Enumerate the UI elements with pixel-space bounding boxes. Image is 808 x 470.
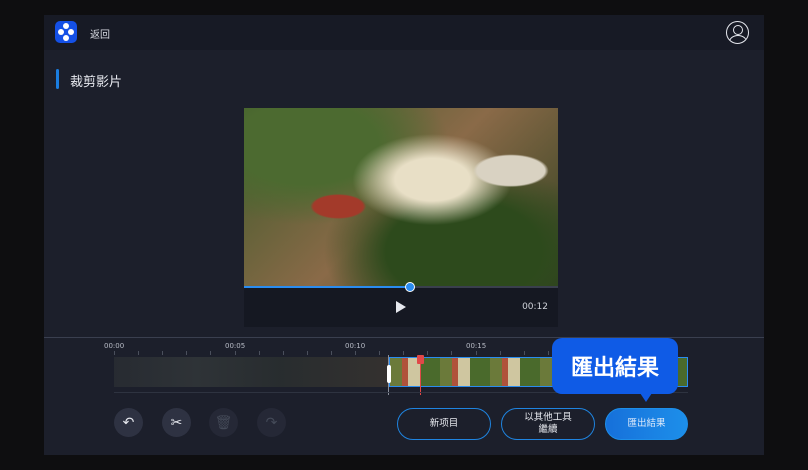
- tick-label: 00:15: [466, 342, 487, 350]
- tick-label: 00:00: [104, 342, 125, 350]
- export-tooltip: 匯出結果: [552, 338, 678, 402]
- app-logo-icon[interactable]: [55, 21, 77, 43]
- tick-mark: [186, 351, 188, 355]
- continue-other-tool-button[interactable]: 以其他工具 繼續: [501, 408, 595, 440]
- tick-mark: [258, 351, 260, 355]
- new-project-label: 新项目: [429, 418, 459, 430]
- app-window: 返回 裁剪影片 00:12 00:00 00:05 00:10 00:15 ↶ …: [44, 15, 764, 455]
- cut-button[interactable]: ✂: [162, 408, 191, 437]
- tick-mark: [379, 351, 381, 355]
- export-button[interactable]: 匯出結果: [605, 408, 688, 440]
- tick-mark: [210, 351, 212, 355]
- video-player: 00:12: [244, 108, 558, 327]
- tick-mark: [138, 351, 140, 355]
- tick-mark: [355, 351, 356, 355]
- tick-label: 00:10: [345, 342, 366, 350]
- play-icon[interactable]: [396, 301, 406, 313]
- tick-label: 00:05: [225, 342, 246, 350]
- tick-mark: [475, 351, 477, 355]
- video-frame[interactable]: [244, 108, 558, 287]
- back-link[interactable]: 返回: [90, 26, 110, 41]
- delete-button[interactable]: 🗑: [209, 408, 238, 437]
- tick-mark: [306, 351, 308, 355]
- current-time: 00:12: [522, 302, 548, 312]
- undo-button[interactable]: ↶: [114, 408, 143, 437]
- filmstrip-unselected[interactable]: [114, 357, 389, 387]
- continue-label-1: 以其他工具: [524, 412, 572, 424]
- tick-mark: [234, 351, 236, 355]
- tooltip-text: 匯出結果: [570, 356, 659, 381]
- tick-mark: [499, 351, 501, 355]
- trash-icon: 🗑: [214, 414, 233, 431]
- tick-mark: [523, 351, 525, 355]
- playhead-handle[interactable]: [417, 355, 424, 364]
- redo-icon: ↷: [265, 414, 278, 431]
- scissors-icon: ✂: [170, 414, 183, 431]
- video-progress-bar[interactable]: [244, 286, 558, 288]
- title-accent-bar: [56, 69, 59, 89]
- undo-icon: ↶: [122, 414, 135, 431]
- page-title: 裁剪影片: [70, 75, 123, 90]
- tick-mark: [403, 351, 405, 355]
- tick-mark: [282, 351, 284, 355]
- redo-button[interactable]: ↷: [257, 408, 286, 437]
- continue-label-2: 繼續: [538, 424, 558, 435]
- tick-mark: [162, 351, 164, 355]
- tick-mark: [547, 351, 549, 355]
- trim-handle-left[interactable]: [387, 365, 391, 383]
- header: 返回: [44, 15, 764, 50]
- progress-fill: [244, 286, 411, 288]
- tick-mark: [451, 351, 453, 355]
- tick-mark: [427, 351, 429, 355]
- tick-mark: [114, 351, 115, 355]
- new-project-button[interactable]: 新项目: [397, 408, 491, 440]
- user-account-icon[interactable]: [726, 21, 749, 44]
- progress-knob[interactable]: [405, 282, 416, 292]
- tick-mark: [330, 351, 332, 355]
- export-label: 匯出結果: [627, 418, 666, 430]
